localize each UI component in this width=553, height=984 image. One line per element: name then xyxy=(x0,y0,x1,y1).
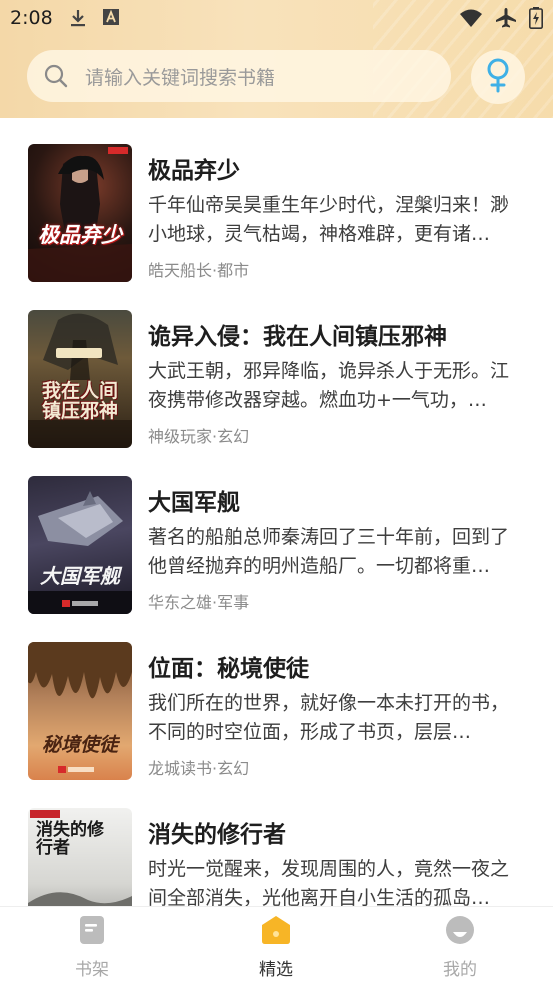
book-meta: 龙城读书·玄幻 xyxy=(148,759,250,778)
search-placeholder: 请输入关键词搜索书籍 xyxy=(85,66,276,89)
status-time: 2:08 xyxy=(10,7,53,29)
status-bar: 2:08 xyxy=(0,0,553,38)
book-description: 千年仙帝吴昊重生年少时代，涅槃归来！渺小地球，灵气枯竭，神格难辟，更有诸… xyxy=(148,194,510,245)
airplane-mode-icon xyxy=(495,7,517,33)
book-item[interactable]: 秘境使徒 位面：秘境使徒 我们所在的世界，就好像一本未打开的书，不同的时空位面，… xyxy=(0,616,553,782)
bottom-tab-bar: 书架 精选 我的 xyxy=(0,906,553,983)
cover-title: 消失的修行者 xyxy=(36,820,104,858)
book-meta: 神级玩家·玄幻 xyxy=(148,427,250,446)
bookshelf-icon xyxy=(77,915,107,945)
female-symbol-icon xyxy=(483,57,513,97)
book-title: 消失的修行者 xyxy=(148,822,286,848)
book-cover[interactable]: 大国军舰 xyxy=(28,476,132,614)
book-description: 著名的船舶总师秦涛回了三十年前，回到了他曾经抛弃的明州造船厂。一切都将重… xyxy=(148,526,510,577)
book-cover[interactable]: 我在人间镇压邪神 xyxy=(28,310,132,448)
tab-featured[interactable]: 精选 xyxy=(184,907,368,984)
tab-label: 书架 xyxy=(75,960,109,980)
book-cover[interactable]: 消失的修行者 xyxy=(28,808,132,906)
book-title: 大国军舰 xyxy=(148,490,240,516)
a-letter-icon xyxy=(102,8,120,32)
gender-toggle-button[interactable] xyxy=(471,50,525,104)
book-list[interactable]: 极品弃少 极品弃少 千年仙帝吴昊重生年少时代，涅槃归来！渺小地球，灵气枯竭，神格… xyxy=(0,118,553,906)
battery-charging-icon xyxy=(529,7,543,33)
book-description: 大武王朝，邪异降临，诡异杀人于无形。江夜携带修改器穿越。燃血功+一气功，… xyxy=(148,360,510,411)
book-description: 时光一觉醒来，发现周围的人，竟然一夜之间全部消失，光他离开自小生活的孤岛… xyxy=(148,858,510,906)
book-title: 位面：秘境使徒 xyxy=(148,656,309,682)
book-item[interactable]: 我在人间镇压邪神 诡异入侵：我在人间镇压邪神 大武王朝，邪异降临，诡异杀人于无形… xyxy=(0,284,553,450)
tab-bookshelf[interactable]: 书架 xyxy=(0,907,184,984)
tab-label: 精选 xyxy=(259,960,293,980)
book-title: 极品弃少 xyxy=(148,158,240,184)
cover-title: 秘境使徒 xyxy=(41,734,118,756)
search-icon xyxy=(27,63,85,89)
book-meta: 华东之雄·军事 xyxy=(148,593,250,612)
featured-house-icon xyxy=(261,915,291,945)
book-item[interactable]: 大国军舰 大国军舰 著名的船舶总师秦涛回了三十年前，回到了他曾经抛弃的明州造船厂… xyxy=(0,450,553,616)
header: 2:08 请输入关键词搜索书籍 xyxy=(0,0,553,118)
download-icon xyxy=(68,8,88,32)
book-item[interactable]: 极品弃少 极品弃少 千年仙帝吴昊重生年少时代，涅槃归来！渺小地球，灵气枯竭，神格… xyxy=(0,118,553,284)
tab-profile[interactable]: 我的 xyxy=(368,907,552,984)
book-description: 我们所在的世界，就好像一本未打开的书，不同的时空位面，形成了书页，层层… xyxy=(148,692,510,743)
book-title: 诡异入侵：我在人间镇压邪神 xyxy=(148,324,447,350)
book-meta: 皓天船长·都市 xyxy=(148,261,250,280)
book-item[interactable]: 消失的修行者 消失的修行者 时光一觉醒来，发现周围的人，竟然一夜之间全部消失，光… xyxy=(0,782,553,906)
tab-label: 我的 xyxy=(443,960,477,980)
wifi-icon xyxy=(459,8,483,32)
cover-title: 我在人间镇压邪神 xyxy=(41,380,118,422)
search-bar[interactable]: 请输入关键词搜索书籍 xyxy=(27,50,451,102)
cover-title: 大国军舰 xyxy=(40,564,120,588)
profile-icon xyxy=(445,915,475,945)
book-cover[interactable]: 秘境使徒 xyxy=(28,642,132,780)
cover-title: 极品弃少 xyxy=(38,222,122,247)
book-cover[interactable]: 极品弃少 xyxy=(28,144,132,282)
